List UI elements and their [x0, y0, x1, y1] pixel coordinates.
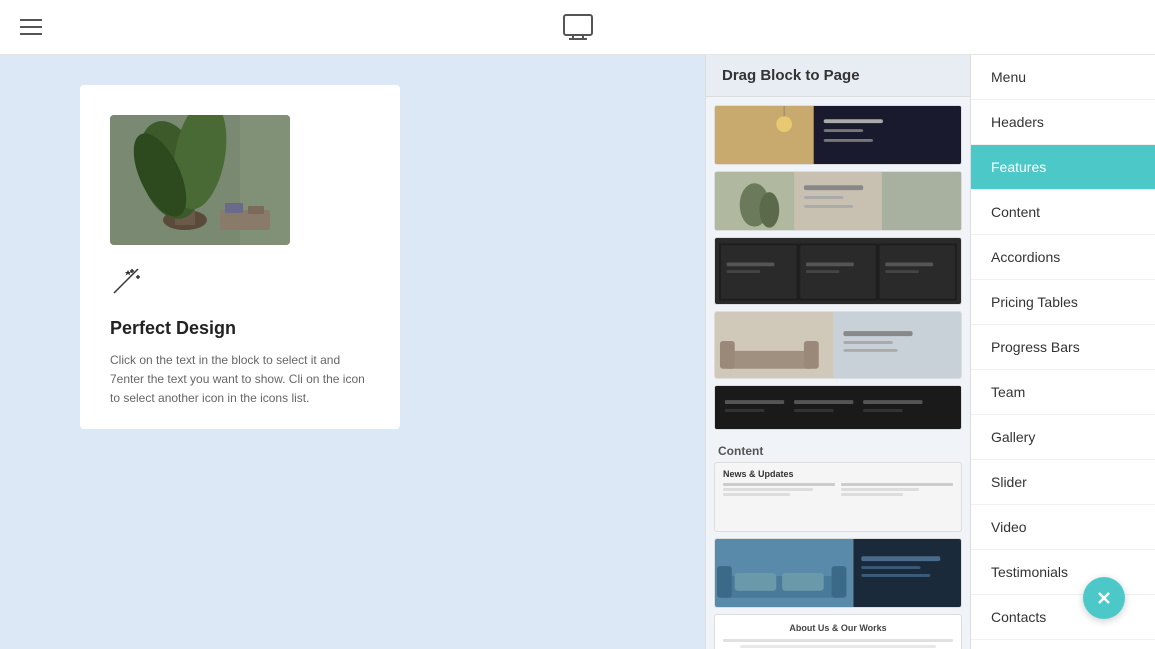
drag-panel: Drag Block to Page	[705, 55, 970, 649]
plant-image	[110, 115, 290, 245]
close-button[interactable]	[1083, 577, 1125, 619]
sidebar-item-slider[interactable]: Slider	[971, 460, 1155, 505]
wand-icon	[110, 265, 370, 304]
block-sofa[interactable]	[714, 538, 962, 608]
design-card: Perfect Design Click on the text in the …	[80, 85, 400, 429]
right-sidebar: Menu Headers Features Content Accordions…	[970, 55, 1155, 649]
block-lighting[interactable]	[714, 105, 962, 165]
block-interior[interactable]	[714, 171, 962, 231]
sidebar-item-menu[interactable]: Menu	[971, 55, 1155, 100]
sidebar-item-progress-bars[interactable]: Progress Bars	[971, 325, 1155, 370]
sidebar-item-content[interactable]: Content	[971, 190, 1155, 235]
canvas-area: Perfect Design Click on the text in the …	[0, 55, 705, 649]
content-section-label: Content	[714, 436, 962, 462]
main-area: Perfect Design Click on the text in the …	[0, 55, 1155, 649]
sidebar-item-pricing-tables[interactable]: Pricing Tables	[971, 280, 1155, 325]
block-dark-strip[interactable]	[714, 385, 962, 430]
sidebar-item-contacts[interactable]: Contacts	[971, 595, 1155, 640]
sidebar-item-team[interactable]: Team	[971, 370, 1155, 415]
monitor-icon[interactable]	[562, 13, 594, 41]
hamburger-menu[interactable]	[20, 19, 42, 35]
block-about[interactable]: About Us & Our Works	[714, 614, 962, 649]
design-title: Perfect Design	[110, 318, 370, 339]
drag-panel-header: Drag Block to Page	[706, 55, 970, 97]
sidebar-item-features[interactable]: Features	[971, 145, 1155, 190]
drag-panel-content[interactable]: Content News & Updates	[706, 97, 970, 649]
sidebar-item-accordions[interactable]: Accordions	[971, 235, 1155, 280]
block-news[interactable]: News & Updates	[714, 462, 962, 532]
sidebar-item-gallery[interactable]: Gallery	[971, 415, 1155, 460]
design-description: Click on the text in the block to select…	[110, 351, 370, 409]
sidebar-item-headers[interactable]: Headers	[971, 100, 1155, 145]
block-feature[interactable]	[714, 311, 962, 379]
sidebar-item-video[interactable]: Video	[971, 505, 1155, 550]
block-dark-grid[interactable]	[714, 237, 962, 305]
top-bar	[0, 0, 1155, 55]
sidebar-item-testimonials[interactable]: Testimonials	[971, 550, 1155, 595]
